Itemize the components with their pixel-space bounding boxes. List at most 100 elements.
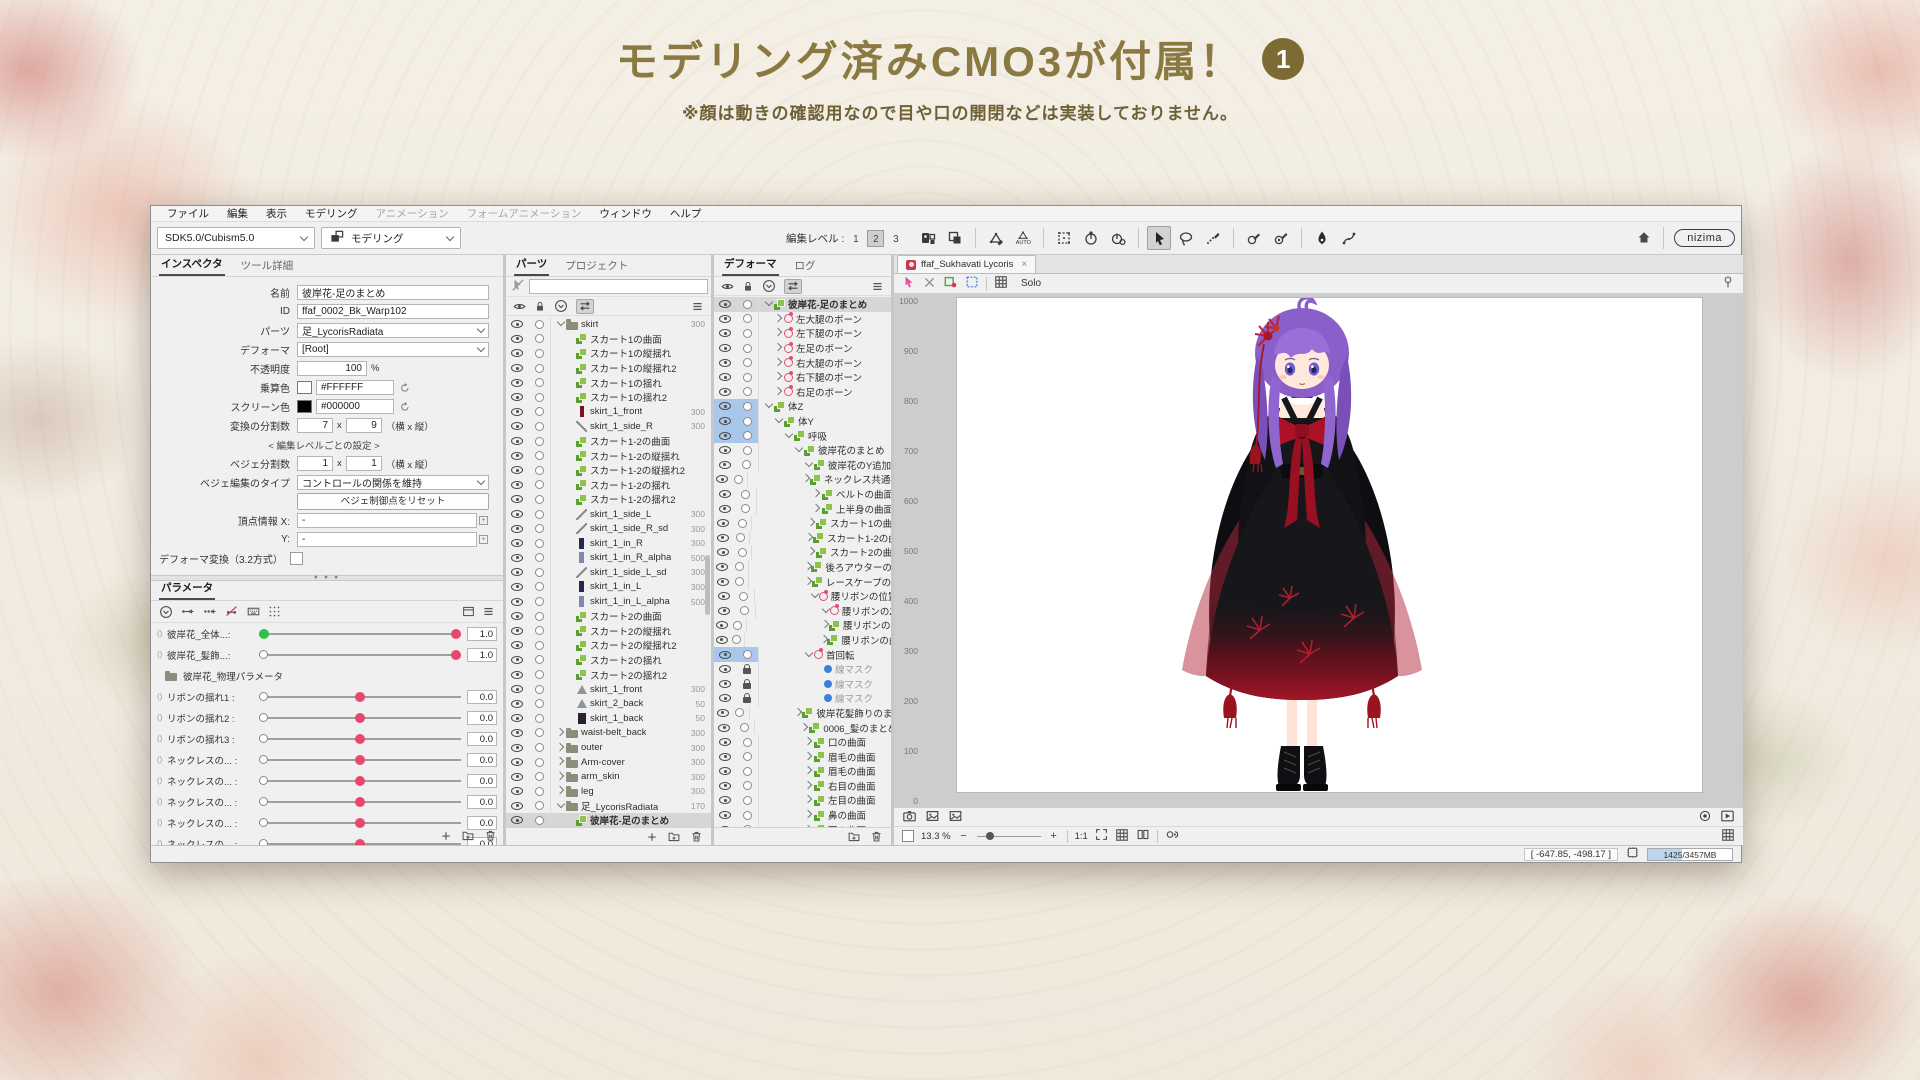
select-circle-cell[interactable] — [528, 361, 550, 376]
repeat-icon[interactable]: () — [157, 650, 167, 659]
grid-icon[interactable] — [994, 275, 1008, 292]
parts-search-input[interactable] — [529, 279, 708, 294]
visibility-eye-cell[interactable] — [714, 516, 733, 531]
select-circle-cell[interactable] — [528, 711, 550, 726]
select-circle-cell[interactable] — [528, 478, 550, 493]
deformer-collapse-icon[interactable] — [762, 279, 776, 293]
select-circle-cell[interactable] — [528, 419, 550, 434]
repeat-icon[interactable]: () — [157, 776, 167, 785]
parameter-menu-icon[interactable] — [482, 605, 495, 618]
parameter-slider[interactable] — [259, 644, 461, 665]
visibility-eye-cell[interactable] — [714, 326, 736, 341]
select-circle-cell[interactable] — [736, 808, 758, 823]
deformer-tree-row[interactable]: スカート1-2の曲面 — [714, 531, 891, 546]
visibility-eye-cell[interactable] — [506, 609, 528, 624]
slider-value-dot[interactable] — [355, 797, 365, 807]
zoom-out-icon[interactable]: − — [958, 830, 970, 842]
tab-log[interactable]: ログ — [793, 256, 818, 276]
parts-tree-row[interactable]: skirt300 — [506, 317, 711, 332]
home-icon[interactable] — [1635, 229, 1653, 248]
select-circle-cell[interactable] — [528, 696, 550, 711]
number-input[interactable]: 9 — [346, 418, 382, 433]
deformer-tree-row[interactable]: 左大腿のボーン — [714, 312, 891, 327]
select-circle-cell[interactable] — [736, 326, 758, 341]
collapse-all-icon[interactable] — [159, 605, 173, 619]
select-circle-cell[interactable] — [730, 472, 746, 487]
deformer-tree-row[interactable]: スカート2の曲面 — [714, 545, 891, 560]
select-circle-cell[interactable] — [736, 676, 758, 691]
parameter-slider[interactable] — [259, 791, 461, 812]
parts-tree-row[interactable]: skirt_2_back50 — [506, 696, 711, 711]
deformer-tree-row[interactable]: 彼岸花のまとめ — [714, 443, 891, 458]
deformer-show-all-eye-icon[interactable] — [721, 280, 734, 293]
deformer-tree-row[interactable]: 首回転 — [714, 647, 891, 662]
select-circle-cell[interactable] — [736, 385, 758, 400]
visibility-eye-cell[interactable] — [506, 711, 528, 726]
deformer-tree-row[interactable]: 口の曲面 — [714, 735, 891, 750]
parts-tree-row[interactable]: 彼岸花-足のまとめ — [506, 813, 711, 827]
visibility-eye-cell[interactable] — [506, 332, 528, 347]
visibility-eye-cell[interactable] — [714, 749, 736, 764]
visibility-eye-cell[interactable] — [714, 808, 736, 823]
select-circle-cell[interactable] — [736, 297, 758, 312]
parameter-value[interactable]: 1.0 — [467, 627, 497, 641]
record-target-icon[interactable] — [1698, 809, 1712, 826]
add-2-keys-icon[interactable] — [180, 605, 195, 618]
add-param-folder-icon[interactable] — [461, 829, 475, 842]
select-circle-cell[interactable] — [736, 662, 758, 677]
select-circle-cell[interactable] — [736, 779, 758, 794]
select-circle-cell[interactable] — [528, 448, 550, 463]
select-circle-cell[interactable] — [528, 390, 550, 405]
visibility-eye-cell[interactable] — [714, 706, 731, 721]
color-hex-input[interactable]: #000000 — [316, 399, 394, 414]
parts-tree-row[interactable]: スカート1-2の曲面 — [506, 434, 711, 449]
select-circle-cell[interactable] — [736, 749, 758, 764]
select-circle-cell[interactable] — [735, 487, 756, 502]
text-input[interactable]: 彼岸花-足のまとめ — [297, 285, 489, 300]
select-circle-cell[interactable] — [736, 764, 758, 779]
select-circle-cell[interactable] — [528, 667, 550, 682]
stepper-icon[interactable]: + — [479, 535, 488, 544]
parameter-value[interactable]: 0.0 — [467, 690, 497, 704]
select-circle-cell[interactable] — [734, 720, 754, 735]
select-circle-cell[interactable] — [736, 341, 758, 356]
deformer-tree-row[interactable]: 眉毛の曲面 — [714, 749, 891, 764]
solo-label[interactable]: Solo — [1021, 278, 1041, 289]
deformer-tree-row[interactable]: 呼吸 — [714, 428, 891, 443]
actual-size-button[interactable]: 1:1 — [1075, 831, 1088, 842]
parts-scrollbar[interactable] — [705, 555, 710, 615]
parts-lock-icon[interactable] — [534, 300, 546, 313]
deformer-convert-checkbox[interactable] — [290, 552, 303, 565]
deformer-tree-row[interactable]: 後ろアウターの曲面 — [714, 560, 891, 575]
slider-value-dot[interactable] — [355, 692, 365, 702]
deformer-tree-row[interactable]: 左足のボーン — [714, 341, 891, 356]
visibility-eye-cell[interactable] — [714, 443, 736, 458]
menu-item-フォームアニメーション[interactable]: フォームアニメーション — [459, 205, 590, 222]
nizima-button[interactable]: nizima — [1674, 229, 1735, 247]
slider-value-dot[interactable] — [355, 755, 365, 765]
visibility-eye-cell[interactable] — [506, 696, 528, 711]
visibility-eye-cell[interactable] — [506, 434, 528, 449]
select-circle-cell[interactable] — [528, 346, 550, 361]
visibility-eye-cell[interactable] — [714, 531, 732, 546]
tab-inspector[interactable]: インスペクタ — [159, 255, 225, 276]
deformer-tree-row[interactable]: 腰リボンのZ — [714, 603, 891, 618]
visibility-eye-cell[interactable] — [506, 463, 528, 478]
color-hex-input[interactable]: #FFFFFF — [316, 380, 394, 395]
key-edit-icon[interactable] — [246, 605, 261, 618]
close-icon[interactable]: × — [1021, 259, 1027, 270]
select-circle-cell[interactable] — [528, 623, 550, 638]
parameter-slider[interactable] — [259, 833, 461, 845]
deformer-tree-row[interactable]: 上半身の曲面 — [714, 501, 891, 516]
select-circle-cell[interactable] — [528, 521, 550, 536]
visibility-eye-cell[interactable] — [714, 341, 736, 356]
fit-view-icon[interactable] — [1095, 828, 1108, 844]
color-swatch[interactable] — [297, 400, 312, 413]
parts-tree-row[interactable]: Arm-cover300 — [506, 755, 711, 770]
select-circle-cell[interactable] — [736, 370, 758, 385]
repeat-icon[interactable]: () — [157, 734, 167, 743]
select-circle-cell[interactable] — [733, 545, 752, 560]
visibility-eye-cell[interactable] — [506, 361, 528, 376]
deformer-lock-icon[interactable] — [742, 280, 754, 293]
repeat-icon[interactable]: () — [157, 692, 167, 701]
